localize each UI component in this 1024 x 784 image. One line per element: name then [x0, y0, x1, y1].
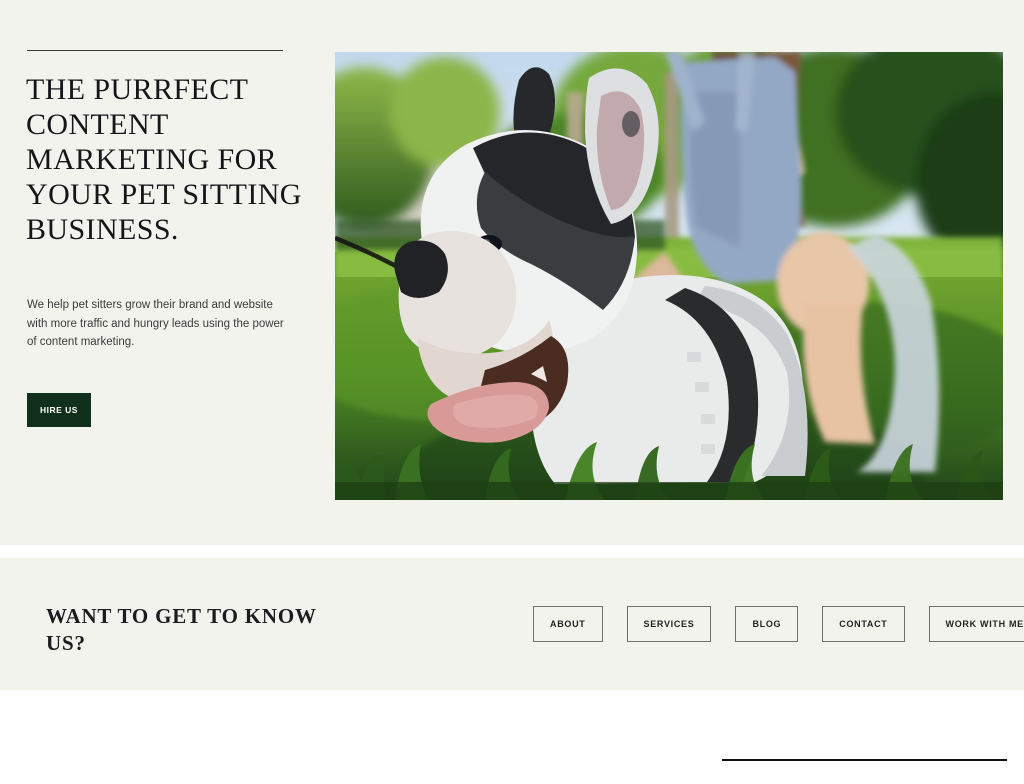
nav-item-work-with-me[interactable]: WORK WITH ME [928, 606, 1024, 642]
cta-band-title: WANT TO GET TO KNOW US? [46, 604, 317, 655]
site-nav: ABOUT SERVICES BLOG CONTACT WORK WITH ME [533, 606, 1024, 642]
wp-admin-bar: ABOUT ME Edit Site [0, 762, 1024, 784]
page-title: THE PURRFECT CONTENT MARKETING FOR YOUR … [26, 73, 302, 246]
hero-photo-illustration [335, 52, 1003, 500]
nav-item-services[interactable]: SERVICES [626, 606, 712, 642]
hero-photo [335, 52, 1003, 500]
hero-divider-rule [27, 50, 283, 51]
nav-item-about[interactable]: ABOUT [533, 606, 603, 642]
hero-subtitle: We help pet sitters grow their brand and… [27, 299, 284, 348]
page-root: THE PURRFECT CONTENT MARKETING FOR YOUR … [0, 0, 1024, 784]
nav-item-blog[interactable]: BLOG [735, 606, 799, 642]
about-me-divider [722, 759, 1007, 761]
nav-item-contact[interactable]: CONTACT [822, 606, 905, 642]
hire-us-button[interactable]: HIRE US [27, 393, 91, 427]
hero-section: THE PURRFECT CONTENT MARKETING FOR YOUR … [0, 0, 1024, 545]
